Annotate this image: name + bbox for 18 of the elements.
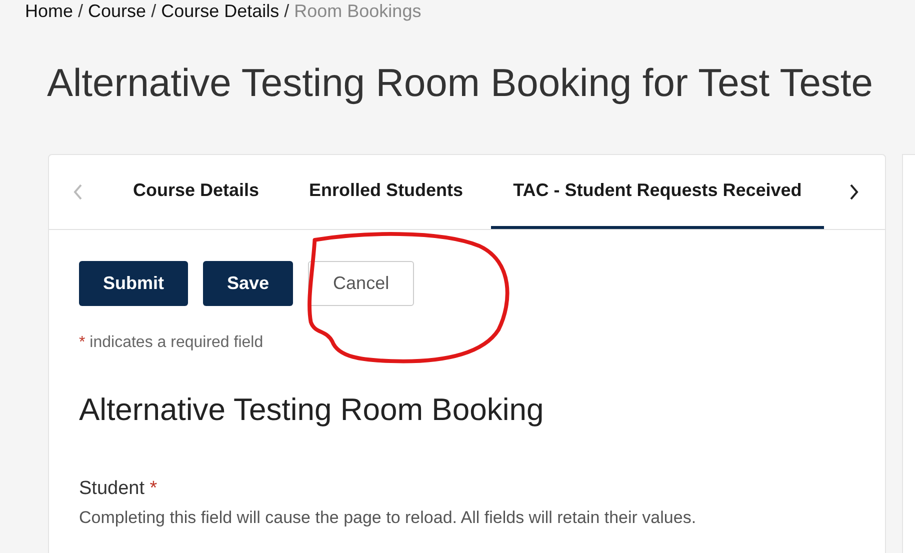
section-heading: Alternative Testing Room Booking (79, 392, 545, 428)
breadcrumb-separator: / (78, 0, 84, 22)
breadcrumb-link[interactable]: Home (25, 0, 74, 22)
required-field-note: * indicates a required field (79, 334, 264, 352)
primary-button[interactable]: Save (203, 261, 294, 306)
tab[interactable]: Enrolled Students (287, 155, 486, 229)
page-title: Alternative Testing Room Booking for Test Teste (47, 61, 874, 107)
breadcrumb-current: Room Bookings (294, 0, 422, 22)
cancel-button[interactable]: Cancel (308, 261, 414, 306)
primary-button[interactable]: Submit (79, 261, 188, 306)
breadcrumb-link[interactable]: Course (88, 0, 146, 22)
field-help-text: Completing this field will cause the page to reload. All fields will retain their values. (79, 508, 698, 528)
breadcrumb-separator: / (284, 0, 290, 22)
breadcrumb-separator: / (151, 0, 156, 22)
field-label: Student * (79, 478, 158, 500)
breadcrumb-link[interactable]: Course Details (161, 0, 280, 22)
tab[interactable]: Course Details (111, 155, 282, 229)
tab[interactable]: TAC - Student Requests Received (491, 155, 824, 229)
